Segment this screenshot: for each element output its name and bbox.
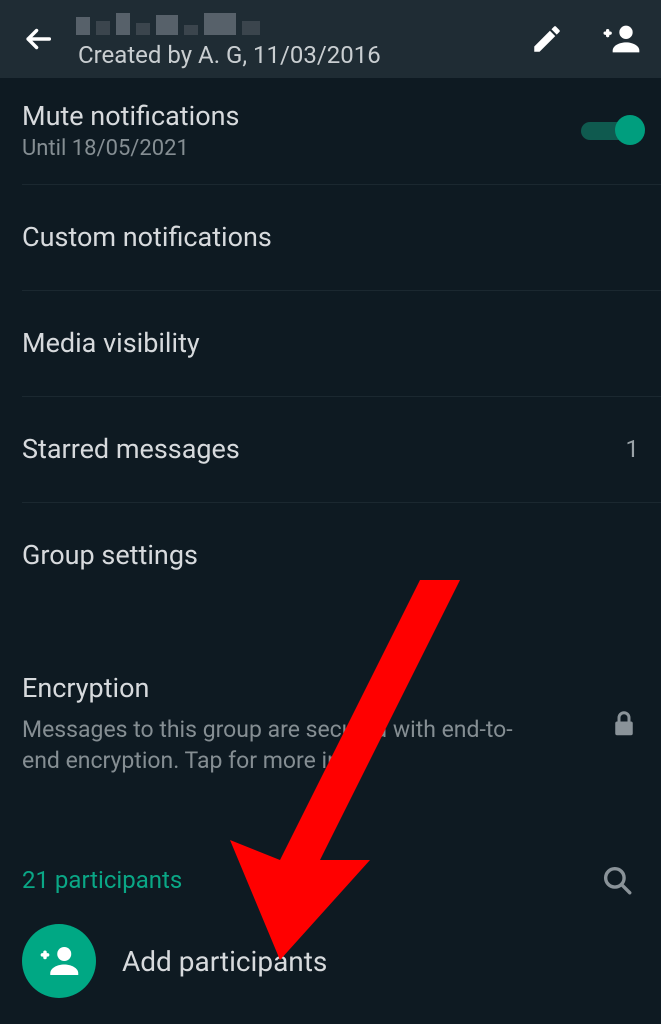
mute-toggle[interactable] — [581, 116, 639, 144]
row-title: Group settings — [22, 539, 639, 571]
add-participants-fab[interactable] — [22, 924, 96, 998]
search-icon — [600, 863, 634, 897]
add-participants-label: Add participants — [122, 945, 327, 978]
back-button[interactable] — [16, 17, 60, 61]
row-title: Encryption — [22, 672, 542, 704]
pencil-icon — [530, 22, 564, 56]
section-divider — [0, 800, 661, 834]
group-name-redacted — [76, 13, 260, 35]
row-custom-notifications[interactable]: Custom notifications — [0, 184, 661, 290]
arrow-back-icon — [21, 22, 55, 56]
person-add-icon — [38, 940, 80, 982]
row-title: Mute notifications — [22, 100, 581, 132]
row-title: Media visibility — [22, 327, 639, 359]
header-actions — [525, 17, 643, 61]
row-encryption[interactable]: Encryption Messages to this group are se… — [0, 642, 661, 800]
row-title: Custom notifications — [22, 221, 639, 253]
row-starred-messages[interactable]: Starred messages 1 — [0, 396, 661, 502]
person-add-icon — [601, 19, 641, 59]
row-media-visibility[interactable]: Media visibility — [0, 290, 661, 396]
lock-icon — [609, 706, 639, 742]
add-participant-header-button[interactable] — [599, 17, 643, 61]
section-divider — [0, 608, 661, 642]
participants-header: 21 participants — [0, 834, 661, 910]
row-mute-notifications[interactable]: Mute notifications Until 18/05/2021 — [0, 78, 661, 184]
row-subtitle: Messages to this group are secured with … — [22, 714, 542, 776]
created-by-label: Created by A. G, 11/03/2016 — [78, 41, 507, 69]
edit-button[interactable] — [525, 17, 569, 61]
app-bar: Created by A. G, 11/03/2016 — [0, 0, 661, 78]
search-participants-button[interactable] — [595, 858, 639, 902]
starred-count: 1 — [610, 435, 640, 463]
row-subtitle: Until 18/05/2021 — [22, 136, 581, 161]
participants-count-label: 21 participants — [22, 866, 182, 894]
settings-list: Mute notifications Until 18/05/2021 Cust… — [0, 78, 661, 1018]
toggle-thumb — [615, 115, 645, 145]
row-title: Starred messages — [22, 433, 610, 465]
row-add-participants[interactable]: Add participants — [0, 910, 661, 1018]
row-group-settings[interactable]: Group settings — [0, 502, 661, 608]
title-block: Created by A. G, 11/03/2016 — [78, 9, 507, 69]
